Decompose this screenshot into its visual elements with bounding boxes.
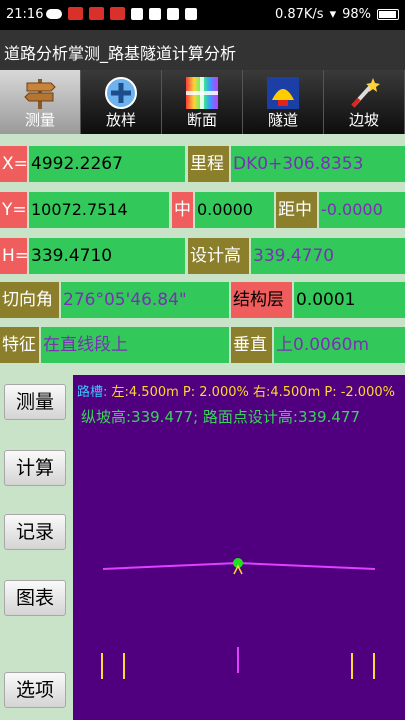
vertical-value: 上0.0060m bbox=[274, 327, 405, 363]
x-label: X= bbox=[0, 146, 27, 182]
tab-stakeout[interactable]: 放样 bbox=[81, 70, 162, 134]
tangent-angle-value: 276°05'46.84" bbox=[61, 282, 229, 318]
row-h: H= 339.4710 设计高 339.4770 bbox=[0, 238, 405, 274]
vertical-label: 垂直 bbox=[231, 327, 272, 363]
shell-icon bbox=[267, 77, 299, 109]
app-title: 道路分析掌测_路基隧道计算分析 bbox=[0, 30, 405, 70]
tab-section[interactable]: 断面 bbox=[162, 70, 243, 134]
row-feature: 特征 在直线段上 垂直 上0.0060m bbox=[0, 327, 405, 363]
tab-label: 放样 bbox=[105, 111, 136, 129]
signpost-icon bbox=[24, 79, 56, 109]
tangent-angle-label: 切向角 bbox=[0, 282, 59, 318]
notification-icon bbox=[89, 7, 104, 20]
road-left-slope bbox=[102, 562, 239, 570]
mileage-label: 里程 bbox=[188, 146, 229, 182]
tab-bar: 测量 放样 断面 隧道 边坡 bbox=[0, 70, 405, 134]
notification-icon bbox=[110, 7, 125, 20]
mileage-value: DK0+306.8353 bbox=[231, 146, 405, 182]
magic-wand-icon bbox=[351, 78, 380, 108]
wifi-icon: ▾ bbox=[329, 7, 337, 22]
tab-tunnel[interactable]: 隧道 bbox=[243, 70, 324, 134]
plus-circle-icon bbox=[105, 77, 137, 109]
feature-label: 特征 bbox=[0, 327, 39, 363]
tab-label: 断面 bbox=[186, 111, 217, 129]
point-marker bbox=[233, 564, 243, 575]
road-right-slope bbox=[237, 562, 376, 570]
h-label: H= bbox=[0, 238, 27, 274]
dist-center-label: 距中 bbox=[276, 192, 317, 228]
calculate-button[interactable]: 计算 bbox=[4, 450, 66, 486]
feature-value: 在直线段上 bbox=[41, 327, 229, 363]
y-value: 10072.7514 bbox=[29, 192, 169, 228]
section-drawing-panel[interactable]: 路槽: 左:4.500m P: 2.000% 右:4.500m P: -2.00… bbox=[73, 375, 405, 720]
row-tangent: 切向角 276°05'46.84" 结构层 0.0001 bbox=[0, 282, 405, 318]
structure-layer-value: 0.0001 bbox=[294, 282, 405, 318]
design-height-value: 339.4770 bbox=[251, 238, 405, 274]
status-right: 0.87K/s ▾ 98% bbox=[275, 7, 399, 22]
app-icon bbox=[185, 8, 197, 20]
row-x: X= 4992.2267 里程 DK0+306.8353 bbox=[0, 146, 405, 182]
record-button[interactable]: 记录 bbox=[4, 514, 66, 550]
tab-label: 边坡 bbox=[348, 111, 379, 129]
battery-percent: 98% bbox=[342, 7, 371, 22]
app-icon bbox=[149, 8, 161, 20]
row-y: Y= 10072.7514 中 0.0000 距中 -0.0000 bbox=[0, 192, 405, 228]
dist-center-value: -0.0000 bbox=[319, 192, 405, 228]
h-value: 339.4710 bbox=[29, 238, 185, 274]
battery-icon bbox=[377, 9, 399, 20]
measure-button[interactable]: 测量 bbox=[4, 384, 66, 420]
app-icon bbox=[167, 8, 179, 20]
tab-slope[interactable]: 边坡 bbox=[324, 70, 405, 134]
app-icon bbox=[131, 8, 143, 20]
options-button[interactable]: 选项 bbox=[4, 672, 66, 708]
design-height-label: 设计高 bbox=[188, 238, 249, 274]
notification-icon bbox=[68, 7, 83, 20]
net-speed: 0.87K/s bbox=[274, 7, 324, 22]
chart-button[interactable]: 图表 bbox=[4, 580, 66, 616]
cloud-icon bbox=[46, 9, 62, 19]
center-value: 0.0000 bbox=[195, 192, 274, 228]
tab-label: 测量 bbox=[24, 111, 55, 129]
notification-icons bbox=[46, 7, 197, 20]
structure-layer-label: 结构层 bbox=[231, 282, 292, 318]
x-value: 4992.2267 bbox=[29, 146, 185, 182]
clock: 21:16 bbox=[6, 7, 44, 22]
tab-measure[interactable]: 测量 bbox=[0, 70, 81, 134]
tab-label: 隧道 bbox=[267, 111, 298, 129]
center-label: 中 bbox=[172, 192, 193, 228]
y-label: Y= bbox=[0, 192, 27, 228]
status-bar: 21:16 0.87K/s ▾ 98% bbox=[0, 0, 405, 30]
color-grid-icon bbox=[186, 77, 218, 109]
section-canvas bbox=[101, 558, 376, 679]
